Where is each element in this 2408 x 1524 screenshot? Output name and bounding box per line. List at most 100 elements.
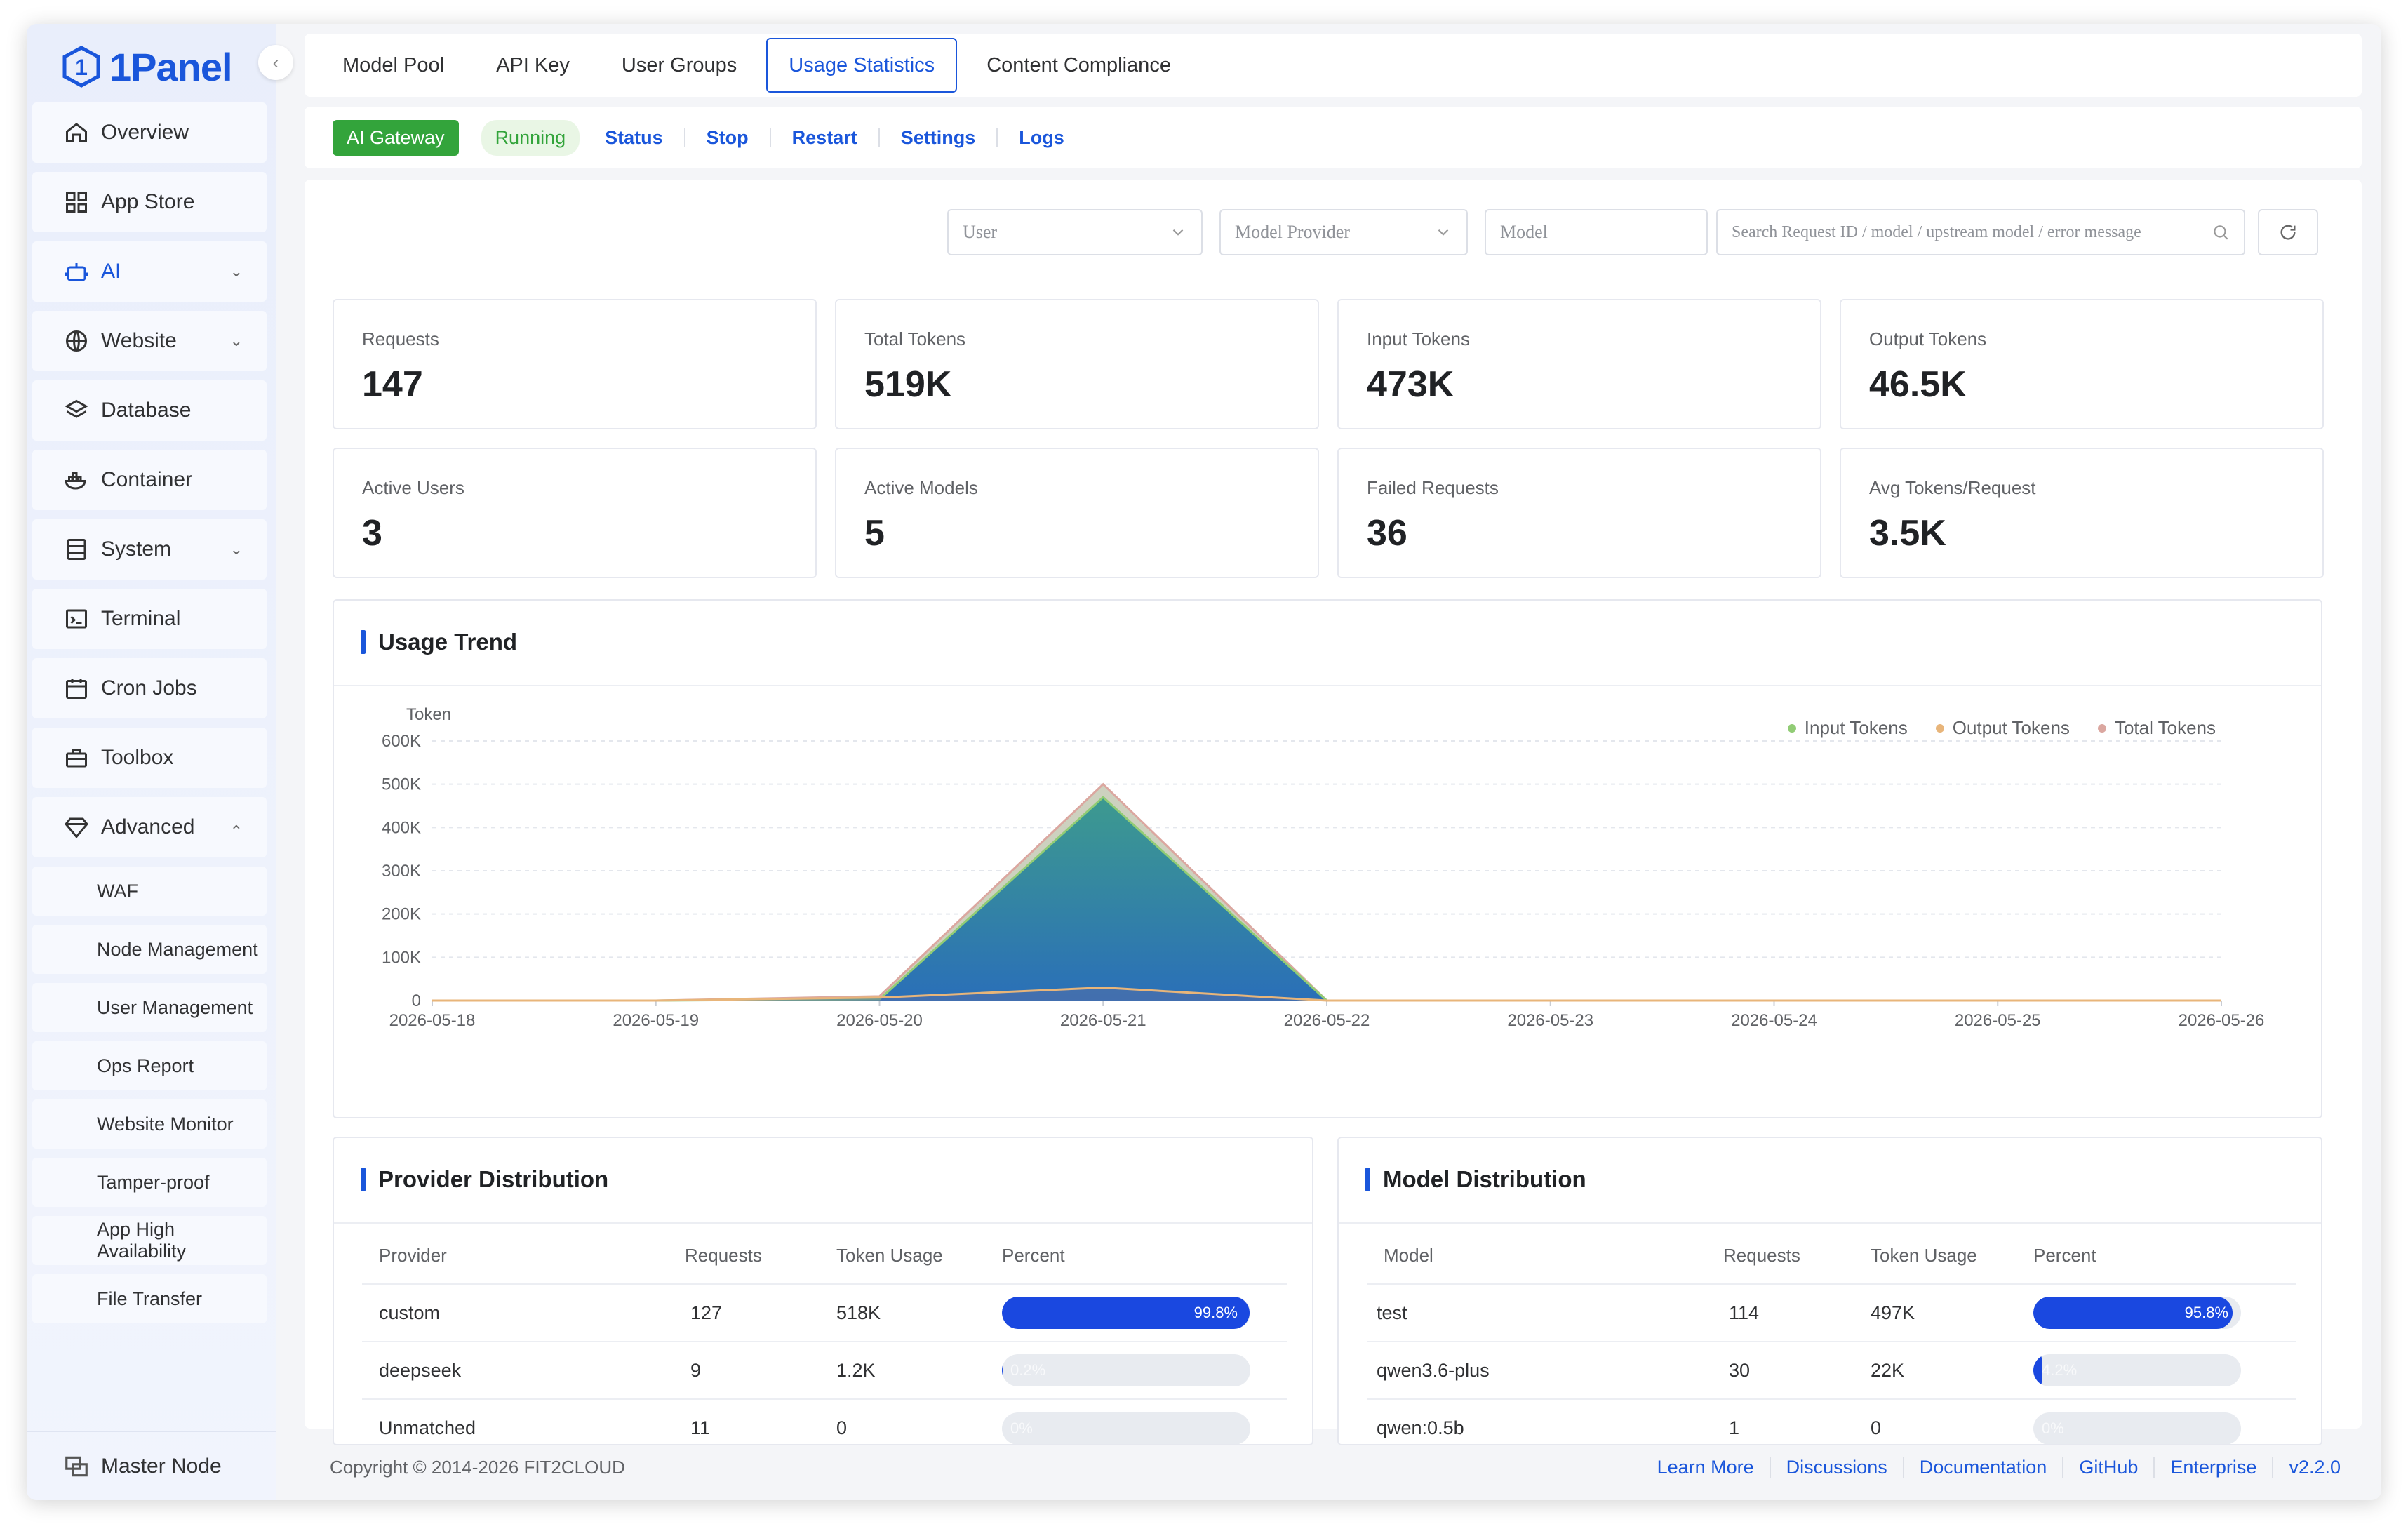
globe-icon — [63, 328, 90, 354]
calendar-icon — [63, 675, 90, 702]
status-badge: Running — [481, 119, 580, 156]
divider — [769, 128, 771, 147]
stat-label: Active Models — [864, 477, 978, 498]
app-window: 1 1Panel ‹ Overview App Store AI ⌄ Websi… — [27, 24, 2381, 1500]
stop-button[interactable]: Stop — [707, 127, 749, 149]
tab-usage-statistics[interactable]: Usage Statistics — [766, 38, 958, 93]
column-header: Percent — [2033, 1245, 2096, 1266]
sidebar-item-website[interactable]: Website ⌄ — [32, 311, 267, 371]
robot-icon — [63, 258, 90, 285]
stat-value: 3 — [362, 513, 382, 554]
sidebar-subitem-node-management[interactable]: Node Management — [32, 925, 267, 974]
sidebar-item-advanced[interactable]: Advanced ⌃ — [32, 797, 267, 857]
model-distribution-card: Model Distribution Model Requests Token … — [1337, 1137, 2322, 1445]
sidebar-item-label: Container — [101, 468, 193, 491]
chevron-down-icon — [1172, 229, 1184, 236]
stat-label: Active Users — [362, 477, 464, 498]
enterprise-link[interactable]: Enterprise — [2153, 1456, 2272, 1478]
sidebar-item-ai[interactable]: AI ⌄ — [32, 241, 267, 302]
sidebar-item-database[interactable]: Database — [32, 380, 267, 441]
sidebar-subitem-tamper-proof[interactable]: Tamper-proof — [32, 1158, 267, 1207]
sidebar-item-label: Advanced — [101, 815, 195, 838]
provider-table: Provider Requests Token Usage Percent cu… — [362, 1228, 1287, 1444]
sidebar-subitem-user-management[interactable]: User Management — [32, 983, 267, 1032]
documentation-link[interactable]: Documentation — [1902, 1456, 2063, 1478]
github-link[interactable]: GitHub — [2062, 1456, 2153, 1478]
sidebar-subitem-app-high-availability[interactable]: App High Availability — [32, 1216, 267, 1265]
sidebar-item-overview[interactable]: Overview — [32, 102, 267, 163]
tab-user-groups[interactable]: User Groups — [599, 38, 759, 93]
column-header: Requests — [685, 1245, 762, 1266]
copyright: Copyright © 2014-2026 FIT2CLOUD — [330, 1456, 625, 1478]
tab-api-key[interactable]: API Key — [474, 38, 592, 93]
stat-card-input-tokens: Input Tokens 473K — [1337, 299, 1821, 429]
stat-value: 5 — [864, 513, 885, 554]
y-axis-title: Token — [406, 705, 451, 724]
x-tick-label: 2026-05-23 — [1507, 1011, 1593, 1030]
column-header: Model — [1384, 1245, 1433, 1266]
status-button[interactable]: Status — [605, 127, 663, 149]
discussions-link[interactable]: Discussions — [1769, 1456, 1903, 1478]
chevron-left-icon: ‹ — [272, 51, 279, 73]
sidebar-item-app-store[interactable]: App Store — [32, 172, 267, 232]
model-name: qwen3.6-plus — [1367, 1341, 1723, 1399]
collapse-sidebar-button[interactable]: ‹ — [258, 45, 293, 80]
output-tokens-line — [432, 986, 2221, 1002]
node-switch-icon — [65, 1456, 88, 1476]
token-usage: 22K — [1871, 1341, 2033, 1399]
sidebar-item-terminal[interactable]: Terminal — [32, 589, 267, 649]
token-usage: 518K — [836, 1283, 1002, 1342]
user-select-placeholder: User — [963, 222, 998, 242]
restart-button[interactable]: Restart — [792, 127, 857, 149]
table-row: qwen3.6-plus 30 22K 4.2% — [1367, 1341, 2296, 1399]
chevron-down-icon: ⌄ — [229, 262, 243, 280]
sidebar-item-toolbox[interactable]: Toolbox — [32, 728, 267, 788]
sidebar: 1 1Panel ‹ Overview App Store AI ⌄ Websi… — [27, 24, 293, 1500]
search-input[interactable]: Search Request ID / model / upstream mod… — [1716, 209, 2245, 255]
percent-bar: 4.2% — [2033, 1354, 2241, 1386]
divider — [996, 128, 998, 147]
table-row: test 114 497K 95.8% — [1367, 1283, 2296, 1342]
sidebar-item-label: System — [101, 537, 172, 561]
settings-button[interactable]: Settings — [901, 127, 976, 149]
tab-model-pool[interactable]: Model Pool — [320, 38, 467, 93]
column-header: Requests — [1723, 1245, 1800, 1266]
user-select[interactable]: User — [947, 209, 1203, 255]
refresh-button[interactable] — [2258, 209, 2318, 255]
home-icon — [63, 119, 90, 146]
app-status-bar: AI Gateway Running Status Stop Restart S… — [305, 107, 2362, 168]
divider — [1339, 1222, 2321, 1224]
logs-button[interactable]: Logs — [1019, 127, 1064, 149]
sidebar-subitem-waf[interactable]: WAF — [32, 867, 267, 916]
stat-label: Total Tokens — [864, 328, 966, 349]
x-tick-label: 2026-05-26 — [2179, 1011, 2265, 1030]
divider — [334, 1222, 1312, 1224]
model-provider-select[interactable]: Model Provider — [1219, 209, 1468, 255]
provider-select-placeholder: Model Provider — [1235, 222, 1350, 242]
divider — [683, 128, 685, 147]
sidebar-subitem-website-monitor[interactable]: Website Monitor — [32, 1099, 267, 1149]
y-tick-label: 600K — [382, 732, 421, 751]
footer: Copyright © 2014-2026 FIT2CLOUD Learn Mo… — [305, 1434, 2362, 1500]
version-label[interactable]: v2.2.0 — [2272, 1456, 2341, 1478]
logo[interactable]: 1 1Panel — [60, 35, 233, 98]
percent-bar-fill — [2033, 1354, 2042, 1386]
master-node-label: Master Node — [101, 1454, 222, 1478]
sidebar-subitem-ops-report[interactable]: Ops Report — [32, 1041, 267, 1090]
x-tick-label: 2026-05-22 — [1284, 1011, 1370, 1030]
sidebar-subitem-file-transfer[interactable]: File Transfer — [32, 1274, 267, 1323]
sidebar-item-label: Cron Jobs — [101, 676, 197, 700]
learn-more-link[interactable]: Learn More — [1642, 1457, 1770, 1478]
terminal-icon — [63, 606, 90, 632]
stat-card-active-models: Active Models 5 — [835, 448, 1319, 578]
sidebar-item-container[interactable]: Container — [32, 450, 267, 510]
master-node-switch[interactable]: Master Node — [27, 1431, 276, 1500]
percent-bar: 95.8% — [2033, 1297, 2241, 1329]
sidebar-item-system[interactable]: System ⌄ — [32, 519, 267, 580]
table-row: custom 127 518K 99.8% — [362, 1283, 1287, 1342]
column-header: Percent — [1002, 1245, 1065, 1266]
server-icon — [63, 536, 90, 563]
tab-content-compliance[interactable]: Content Compliance — [964, 38, 1193, 93]
sidebar-item-cron-jobs[interactable]: Cron Jobs — [32, 658, 267, 718]
model-input[interactable]: Model — [1485, 209, 1708, 255]
